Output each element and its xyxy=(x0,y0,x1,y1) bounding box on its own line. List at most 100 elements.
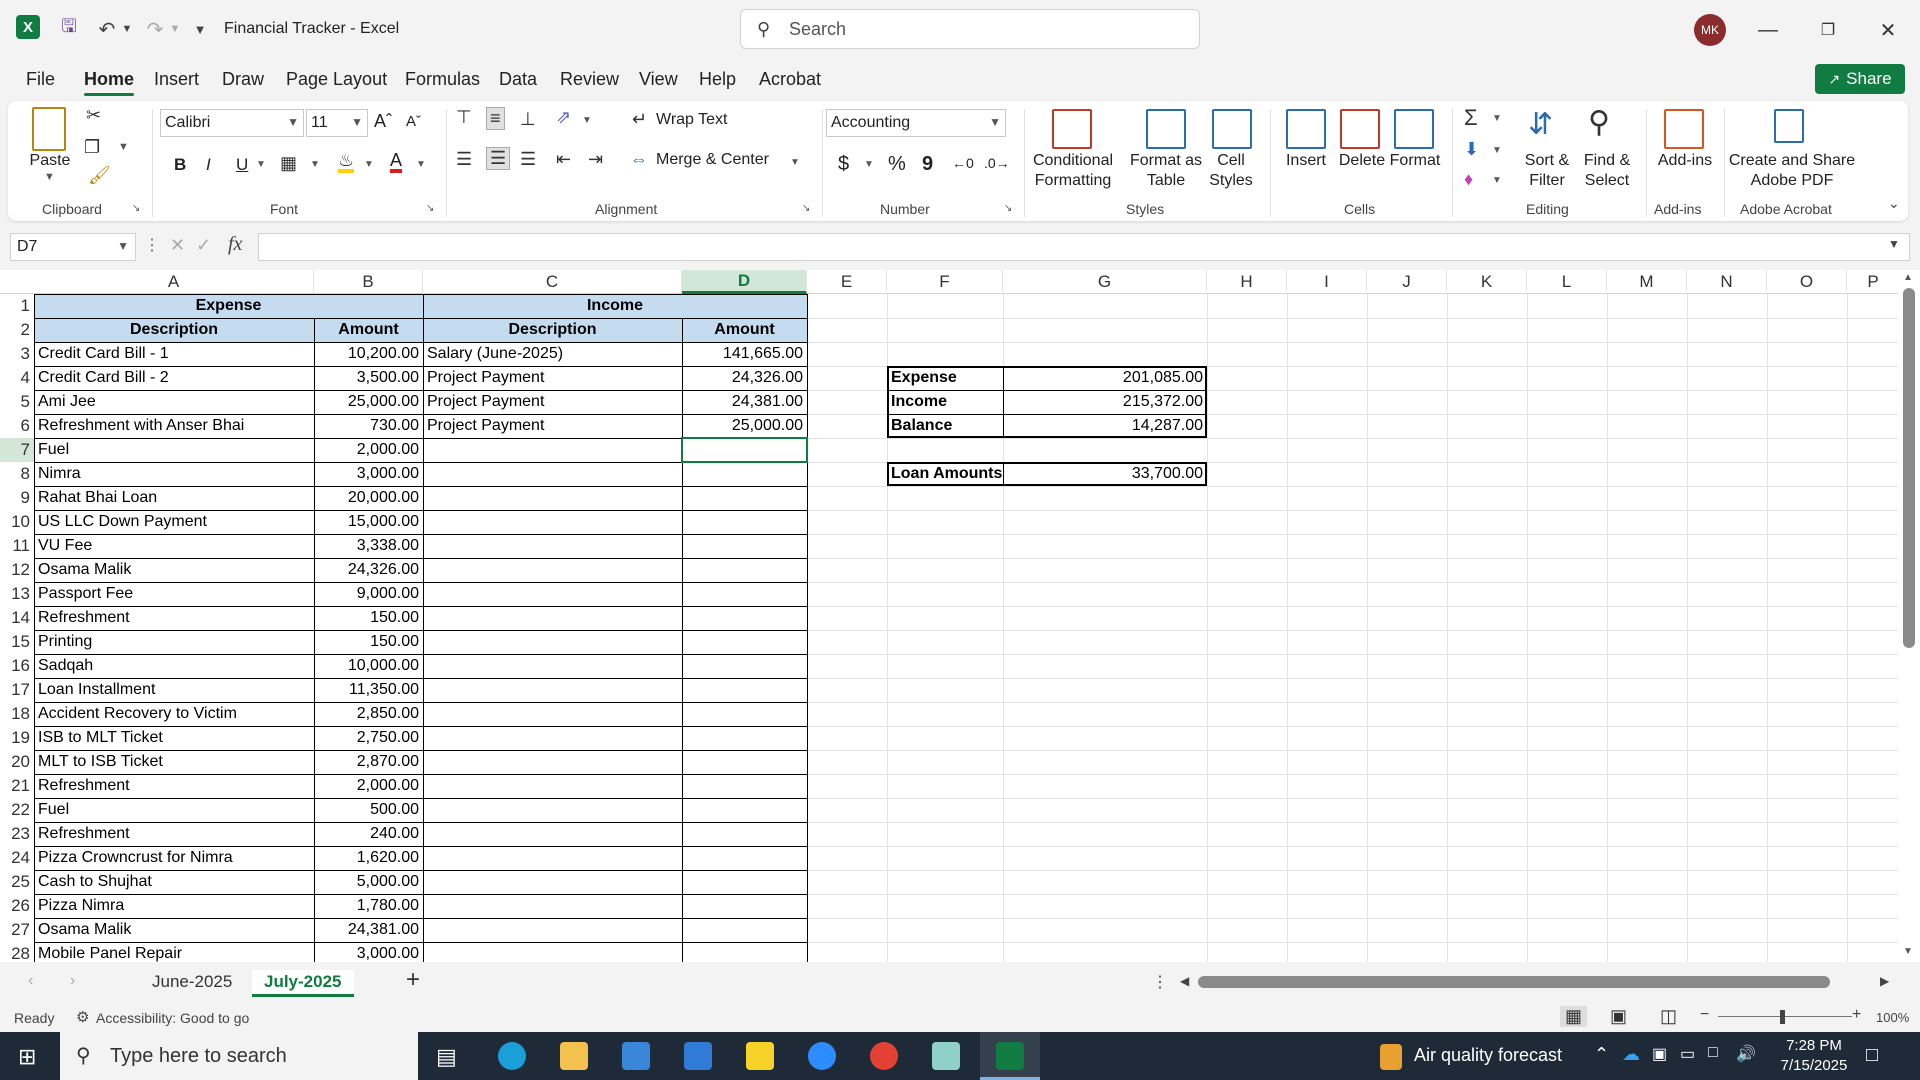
expense-description[interactable]: Ami Jee xyxy=(34,390,314,414)
add-ins-button[interactable]: Add-ins xyxy=(1652,151,1718,171)
scroll-down-icon[interactable]: ▼ xyxy=(1903,946,1913,957)
borders-icon[interactable]: ▦ xyxy=(280,153,297,174)
expense-amount[interactable]: 9,000.00 xyxy=(314,582,423,606)
tab-data[interactable]: Data xyxy=(499,69,537,90)
excel-taskbar-button[interactable] xyxy=(980,1032,1040,1080)
accessibility-status[interactable]: Accessibility: Good to go xyxy=(96,1010,249,1026)
insert-function-button[interactable]: fx xyxy=(228,233,242,256)
decrease-font-size-icon[interactable]: Aˇ xyxy=(406,113,421,130)
comma-style-button[interactable]: 9 xyxy=(922,153,933,176)
conditional-formatting-icon[interactable] xyxy=(1052,109,1092,149)
conditional-formatting-button[interactable]: Conditional Formatting xyxy=(1026,151,1120,191)
zoom-in-icon[interactable]: + xyxy=(1852,1006,1861,1024)
bottom-align-icon[interactable]: ⊥ xyxy=(520,109,536,130)
expense-amount[interactable]: 10,000.00 xyxy=(314,654,423,678)
delete-cells-button[interactable]: Delete xyxy=(1334,151,1390,171)
expense-amount[interactable]: 24,381.00 xyxy=(314,918,423,942)
column-header[interactable]: P xyxy=(1847,270,1900,294)
income-description[interactable]: Salary (June-2025) xyxy=(423,342,682,366)
middle-align-icon[interactable]: ≡ xyxy=(486,107,505,130)
fill-color-icon[interactable]: ♨ xyxy=(338,151,355,173)
scroll-up-icon[interactable]: ▲ xyxy=(1903,272,1913,283)
delete-cells-icon[interactable] xyxy=(1340,109,1380,149)
autosum-icon[interactable]: Σ xyxy=(1464,105,1478,131)
file-explorer-icon[interactable] xyxy=(560,1042,588,1070)
percent-button[interactable]: % xyxy=(888,153,906,176)
row-header[interactable]: 3 xyxy=(0,342,34,366)
volume-icon[interactable]: 🔊 xyxy=(1736,1044,1756,1064)
column-header[interactable]: G xyxy=(1003,270,1207,294)
zoom-slider[interactable] xyxy=(1718,1016,1852,1017)
number-format-select[interactable]: Accounting ▼ xyxy=(826,109,1006,137)
row-header[interactable]: 15 xyxy=(0,630,34,654)
sort-filter-button[interactable]: Sort & Filter xyxy=(1514,151,1580,191)
expense-description[interactable]: Refreshment xyxy=(34,774,314,798)
expense-description[interactable]: Passport Fee xyxy=(34,582,314,606)
formula-input[interactable] xyxy=(258,233,1910,261)
expense-amount[interactable]: 2,750.00 xyxy=(314,726,423,750)
merge-dropdown-icon[interactable]: ▼ xyxy=(790,157,800,168)
income-amount[interactable]: 24,326.00 xyxy=(682,366,807,390)
column-header[interactable]: B xyxy=(314,270,423,294)
orientation-icon[interactable]: ⇗ xyxy=(556,107,571,128)
expense-amount[interactable]: 150.00 xyxy=(314,630,423,654)
column-header[interactable]: C xyxy=(423,270,682,294)
sort-filter-icon[interactable]: ⇵ xyxy=(1528,107,1553,142)
column-header[interactable]: A xyxy=(34,270,314,294)
row-header[interactable]: 9 xyxy=(0,486,34,510)
font-size-select[interactable]: 11 ▼ xyxy=(306,109,368,137)
format-cells-button[interactable]: Format xyxy=(1386,151,1444,171)
add-ins-icon[interactable] xyxy=(1664,109,1704,149)
tab-formulas[interactable]: Formulas xyxy=(405,69,480,90)
expense-description[interactable]: ISB to MLT Ticket xyxy=(34,726,314,750)
wrap-text-icon[interactable]: ↵ xyxy=(632,109,647,130)
column-subheader[interactable]: Description xyxy=(34,318,314,342)
expense-description[interactable]: Printing xyxy=(34,630,314,654)
expense-description[interactable]: Nimra xyxy=(34,462,314,486)
normal-view-icon[interactable]: ▦ xyxy=(1560,1006,1588,1027)
active-cell[interactable] xyxy=(681,437,808,463)
row-header[interactable]: 2 xyxy=(0,318,34,342)
copy-icon[interactable]: ❐ xyxy=(84,137,100,158)
insert-cells-icon[interactable] xyxy=(1286,109,1326,149)
find-select-icon[interactable]: ⚲ xyxy=(1588,105,1610,140)
row-header[interactable]: 13 xyxy=(0,582,34,606)
column-header[interactable]: M xyxy=(1607,270,1687,294)
row-header[interactable]: 11 xyxy=(0,534,34,558)
column-header[interactable]: O xyxy=(1767,270,1847,294)
taskbar-search-input[interactable]: ⚲ Type here to search xyxy=(60,1032,418,1080)
notepad-icon[interactable] xyxy=(932,1042,960,1070)
row-header[interactable]: 7 xyxy=(0,438,34,462)
security-icon[interactable]: ▣ xyxy=(1652,1044,1667,1064)
more-options-icon[interactable]: ⋮ xyxy=(1152,972,1168,992)
more-options-icon[interactable]: ⋮ xyxy=(144,235,160,255)
column-header[interactable]: I xyxy=(1287,270,1367,294)
orientation-dropdown-icon[interactable]: ▼ xyxy=(582,115,592,126)
expense-amount[interactable]: 15,000.00 xyxy=(314,510,423,534)
format-painter-icon[interactable]: 🖌 xyxy=(88,165,111,186)
tab-home[interactable]: Home xyxy=(84,69,135,96)
expense-amount[interactable]: 11,350.00 xyxy=(314,678,423,702)
row-header[interactable]: 28 xyxy=(0,942,34,962)
clear-icon[interactable]: ♦ xyxy=(1464,169,1473,190)
align-center-icon[interactable]: ☰ xyxy=(486,147,511,170)
expense-description[interactable]: VU Fee xyxy=(34,534,314,558)
expense-description[interactable]: Osama Malik xyxy=(34,558,314,582)
insert-cells-button[interactable]: Insert xyxy=(1280,151,1332,171)
expense-amount[interactable]: 1,780.00 xyxy=(314,894,423,918)
redo-dropdown-icon[interactable]: ▼ xyxy=(168,18,182,40)
cell-styles-button[interactable]: Cell Styles xyxy=(1200,151,1262,191)
row-header[interactable]: 21 xyxy=(0,774,34,798)
income-description[interactable]: Project Payment xyxy=(423,414,682,438)
expense-amount[interactable]: 1,620.00 xyxy=(314,846,423,870)
row-header[interactable]: 1 xyxy=(0,294,34,318)
expense-description[interactable]: Pizza Nimra xyxy=(34,894,314,918)
expense-description[interactable]: Mobile Panel Repair xyxy=(34,942,314,962)
column-subheader[interactable]: Description xyxy=(423,318,682,342)
font-launcher-icon[interactable]: ↘ xyxy=(426,203,434,214)
confirm-entry-icon[interactable]: ✓ xyxy=(196,235,211,256)
income-description[interactable]: Project Payment xyxy=(423,390,682,414)
expense-header[interactable]: Expense xyxy=(34,294,423,318)
row-header[interactable]: 14 xyxy=(0,606,34,630)
cut-icon[interactable]: ✂ xyxy=(86,105,101,126)
